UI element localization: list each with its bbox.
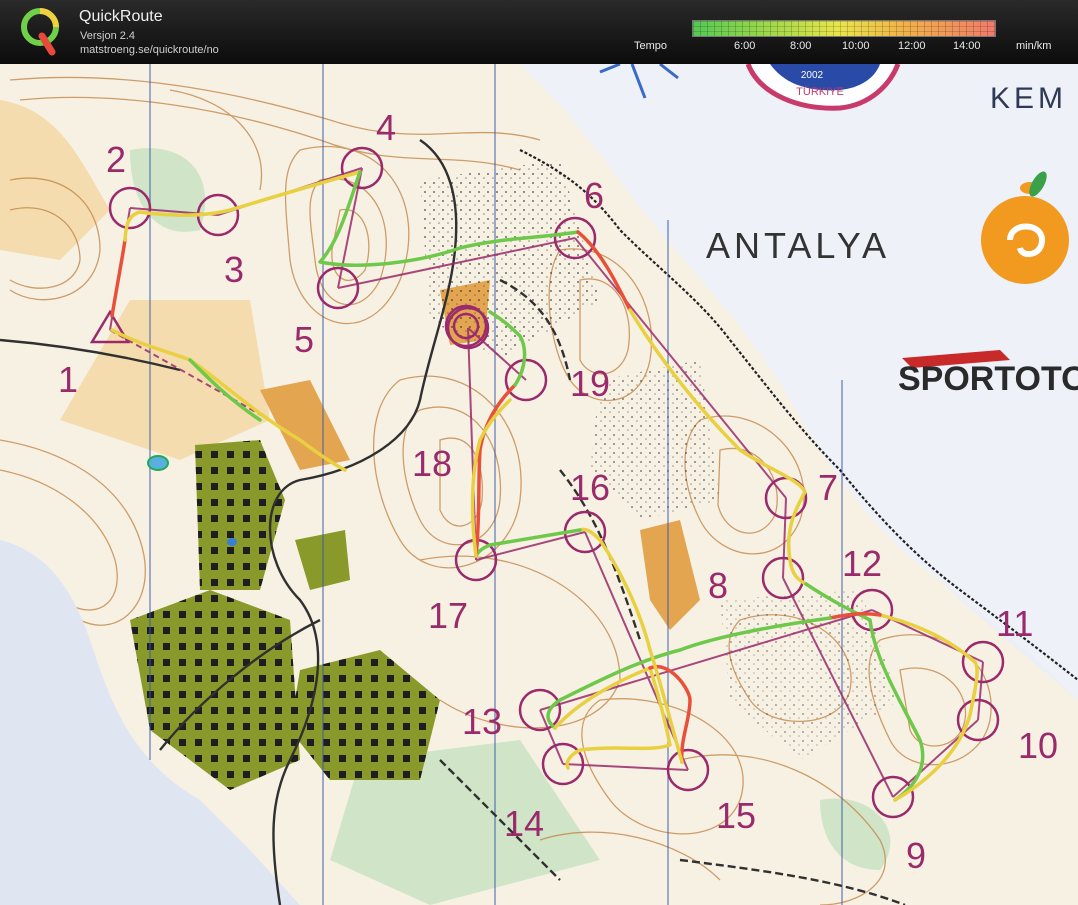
pond (227, 538, 237, 546)
control-number: 9 (906, 835, 926, 876)
control-number: 13 (462, 701, 502, 742)
map-canvas[interactable]: 2002 TÜRKIYE KEM ANTALYA SPORTOTO 1 2 3 … (0, 64, 1078, 905)
antalya-logo-text: ANTALYA (706, 225, 890, 266)
pace-tick: 14:00 (953, 40, 981, 52)
app-version: Versjon 2.4 (80, 30, 136, 42)
app-url[interactable]: matstroeng.se/quickroute/no (80, 44, 219, 56)
control-number: 2 (106, 139, 126, 180)
control-number: 4 (376, 107, 396, 148)
header-bar: QuickRoute Versjon 2.4 matstroeng.se/qui… (0, 0, 1078, 64)
control-number: 10 (1018, 725, 1058, 766)
sportoto-logo-text: SPORTOTO (898, 360, 1078, 398)
pace-tick: 8:00 (790, 40, 812, 52)
control-number: 14 (504, 803, 544, 844)
pace-color-scale (692, 20, 996, 37)
pace-unit: min/km (1016, 40, 1052, 52)
control-number: 18 (412, 443, 452, 484)
quickroute-logo-icon (21, 8, 59, 56)
app-title: QuickRoute (79, 8, 163, 25)
control-number: 5 (294, 319, 314, 360)
control-number: 11 (996, 603, 1033, 644)
control-number: 7 (818, 467, 838, 508)
control-number: 12 (842, 543, 882, 584)
pace-scale-label: Tempo (634, 40, 668, 52)
orienteering-map[interactable]: 2002 TÜRKIYE KEM ANTALYA SPORTOTO 1 2 3 … (0, 64, 1078, 905)
federation-country: TÜRKIYE (796, 86, 844, 98)
control-number: 16 (570, 467, 610, 508)
control-number: 17 (428, 595, 468, 636)
control-number: 19 (570, 363, 610, 404)
control-number: 3 (224, 249, 244, 290)
pace-tick: 10:00 (842, 40, 870, 52)
federation-year: 2002 (801, 70, 824, 81)
control-number: 8 (708, 565, 728, 606)
control-number: 15 (716, 795, 756, 836)
pond (147, 455, 169, 471)
control-number: 6 (584, 175, 604, 216)
control-number: 1 (58, 359, 78, 400)
pace-tick: 6:00 (734, 40, 756, 52)
pace-tick: 12:00 (898, 40, 926, 52)
kemer-logo-text: KEM (990, 82, 1067, 115)
